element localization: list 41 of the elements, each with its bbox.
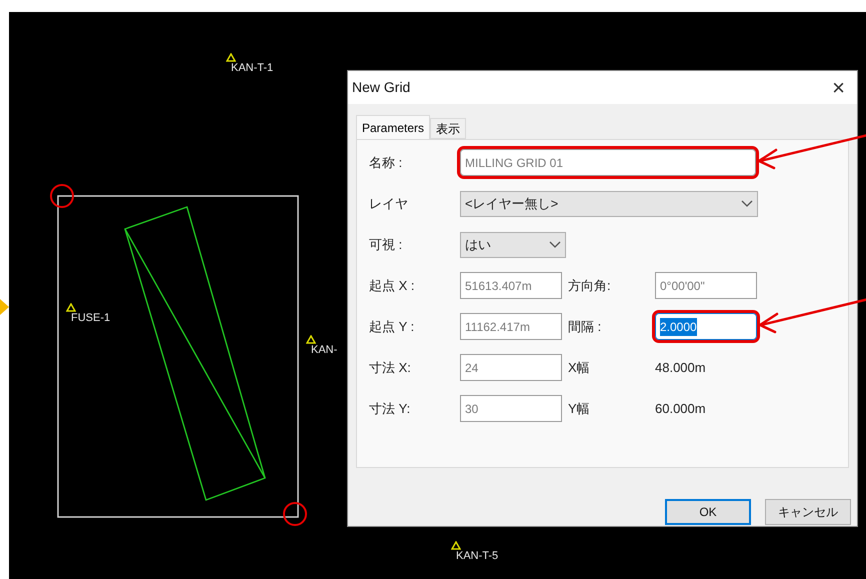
survey-point-icon — [306, 335, 316, 344]
input-field[interactable]: 30 — [460, 395, 562, 422]
survey-point-icon — [451, 541, 461, 550]
survey-point-icon — [66, 303, 76, 312]
tab[interactable]: Parameters — [356, 115, 430, 139]
pointer-arrow-icon — [0, 299, 9, 315]
width-value: 48.000m — [655, 358, 707, 377]
field-label: 寸法 X: — [369, 358, 412, 377]
field-label: レイヤ — [369, 194, 409, 213]
input-field[interactable]: 11162.417m — [460, 313, 562, 340]
field-label: 可視 : — [369, 236, 404, 254]
dialog-button[interactable]: OK — [665, 499, 751, 525]
input-field[interactable]: MILLING GRID 01 — [460, 149, 756, 176]
field-label: 寸法 Y: — [369, 400, 412, 418]
input-field[interactable]: 2.0000 — [655, 313, 757, 340]
input-field[interactable]: 0°00'00" — [655, 272, 757, 299]
dialog-button[interactable]: キャンセル — [765, 499, 851, 525]
field-label: X幅 — [568, 358, 591, 377]
point-label: KAN-T-5 — [456, 550, 498, 562]
point-label: FUSE-1 — [71, 312, 110, 324]
chevron-down-icon — [549, 240, 561, 248]
field-label: 間隔 : — [568, 318, 602, 336]
dropdown[interactable]: はい — [460, 232, 566, 258]
field-label: 名称 : — [369, 154, 404, 172]
close-button[interactable]: × — [832, 76, 845, 98]
field-label: 方向角: — [568, 276, 612, 295]
field-label: 起点 X : — [369, 276, 416, 295]
input-field[interactable]: 24 — [460, 354, 562, 381]
point-label: KAN- — [311, 344, 338, 356]
input-field[interactable]: 51613.407m — [460, 272, 562, 299]
window-title: New Grid — [352, 78, 410, 97]
corner-marker-circle — [283, 502, 307, 526]
width-value: 60.000m — [655, 400, 707, 418]
field-label: Y幅 — [568, 400, 591, 418]
field-label: 起点 Y : — [369, 318, 416, 336]
tab[interactable]: 表示 — [430, 118, 466, 139]
survey-point-icon — [226, 53, 236, 62]
dropdown[interactable]: <レイヤー無し> — [460, 190, 758, 216]
chevron-down-icon — [741, 200, 753, 208]
point-label: KAN-T-1 — [231, 62, 274, 74]
corner-marker-circle — [50, 184, 74, 208]
